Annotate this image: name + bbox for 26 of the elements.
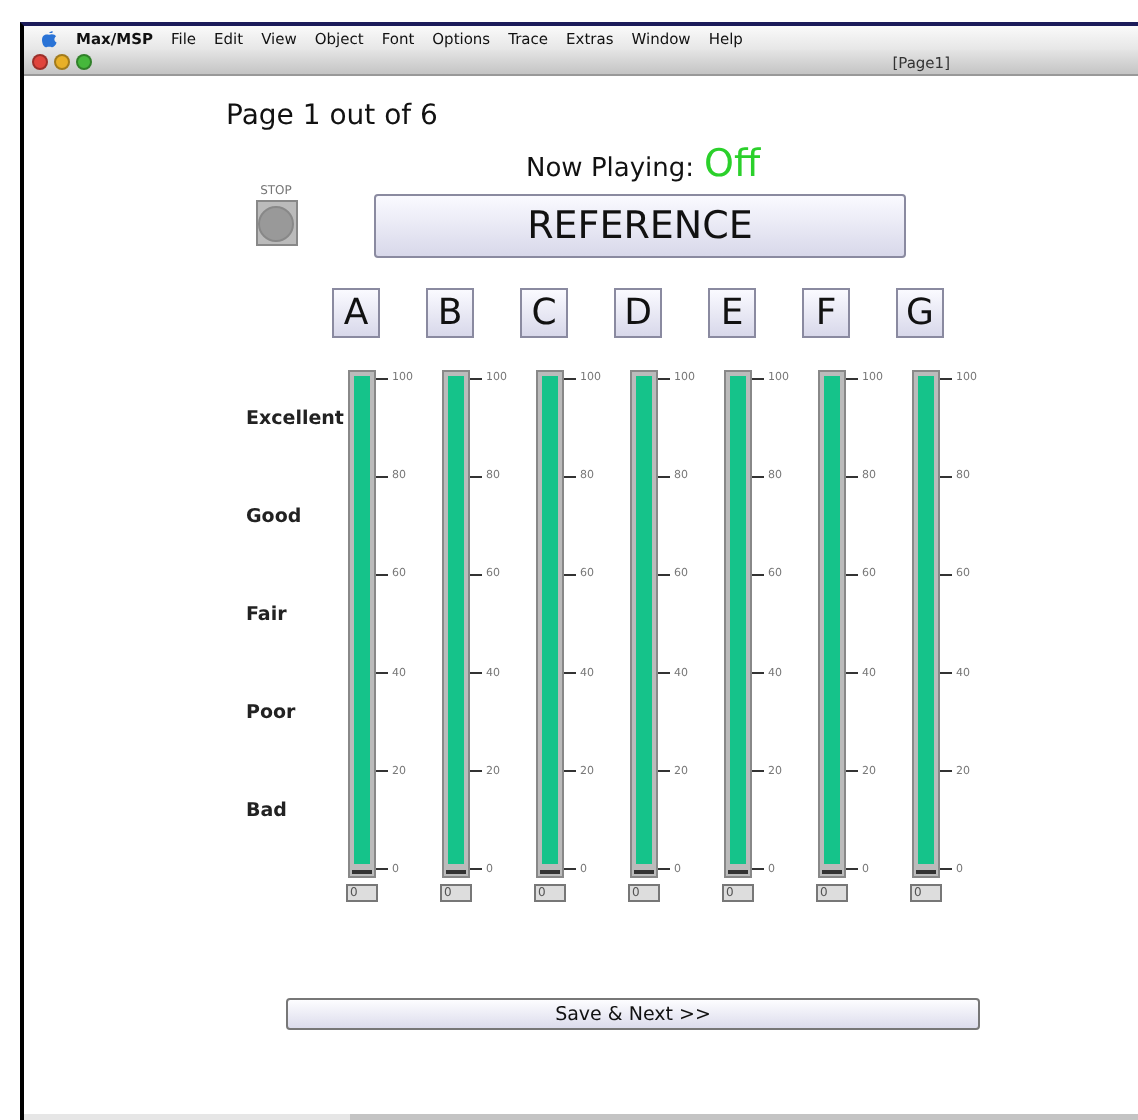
slider[interactable]	[536, 370, 564, 878]
rating-label: Bad	[246, 799, 287, 823]
sample-button[interactable]: E	[708, 288, 756, 338]
now-playing-status: Off	[704, 146, 761, 184]
slider[interactable]	[442, 370, 470, 878]
slider[interactable]	[912, 370, 940, 878]
sample-button[interactable]: F	[802, 288, 850, 338]
stop-button[interactable]	[255, 200, 297, 246]
sample-button[interactable]: D	[614, 288, 662, 338]
apple-icon[interactable]	[40, 28, 58, 48]
slider[interactable]	[724, 370, 752, 878]
slider[interactable]	[348, 370, 376, 878]
slider[interactable]	[818, 370, 846, 878]
reference-button[interactable]: REFERENCE	[374, 194, 906, 258]
slider[interactable]	[630, 370, 658, 878]
page-indicator: Page 1 out of 6	[226, 100, 440, 132]
rating-label: Excellent	[246, 407, 344, 431]
sample-button[interactable]: G	[896, 288, 944, 338]
save-next-button[interactable]: Save & Next >>	[286, 998, 980, 1030]
sample-button[interactable]: B	[426, 288, 474, 338]
sample-button[interactable]: C	[520, 288, 568, 338]
sample-button[interactable]: A	[332, 288, 380, 338]
rating-label: Fair	[246, 603, 287, 627]
rating-label: Good	[246, 505, 302, 529]
now-playing-label: Now Playing:	[526, 154, 695, 184]
rating-label: Poor	[246, 701, 296, 725]
